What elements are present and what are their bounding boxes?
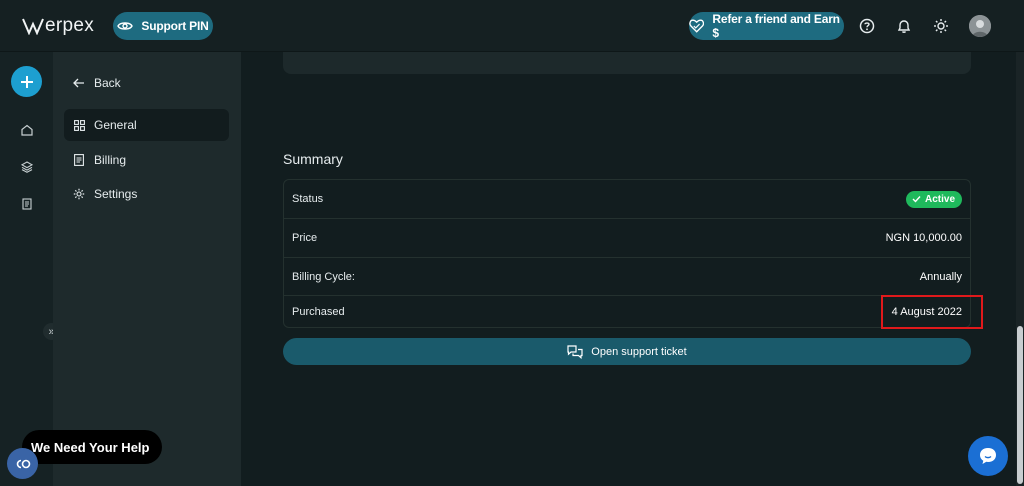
open-support-ticket-button[interactable]: Open support ticket bbox=[283, 338, 971, 365]
previous-card bbox=[283, 52, 971, 74]
gear-icon bbox=[72, 187, 86, 201]
refer-friend-label: Refer a friend and Earn $ bbox=[712, 12, 840, 40]
check-icon bbox=[912, 196, 921, 203]
summary-row-billing-cycle: Billing Cycle: Annually bbox=[284, 258, 970, 295]
home-icon[interactable] bbox=[19, 122, 35, 138]
logo-mark-icon bbox=[22, 18, 44, 35]
sun-icon[interactable] bbox=[931, 16, 951, 36]
top-bar: erpex Support PIN Refer a friend and Ear… bbox=[0, 0, 1024, 52]
avatar[interactable] bbox=[969, 15, 991, 37]
row-label: Purchased bbox=[292, 306, 345, 318]
summary-row-purchased: Purchased 4 August 2022 bbox=[284, 296, 970, 328]
support-pin-label: Support PIN bbox=[141, 19, 209, 33]
chat-bubbles-icon bbox=[567, 344, 583, 359]
scrollbar[interactable] bbox=[1016, 52, 1024, 486]
support-pin-button[interactable]: Support PIN bbox=[113, 12, 213, 40]
summary-row-price: Price NGN 10,000.00 bbox=[284, 219, 970, 257]
sidebar-item-label: Billing bbox=[94, 153, 127, 167]
sidebar-item-settings[interactable]: Settings bbox=[64, 178, 229, 210]
ticket-button-label: Open support ticket bbox=[591, 345, 687, 358]
row-label: Price bbox=[292, 232, 318, 244]
back-link[interactable]: Back bbox=[64, 67, 229, 99]
live-chat-button[interactable] bbox=[968, 436, 1008, 476]
sidebar-item-billing[interactable]: Billing bbox=[64, 144, 229, 176]
summary-table: Status Active Price NGN 10,000.00 Billin… bbox=[283, 179, 971, 328]
refer-friend-button[interactable]: Refer a friend and Earn $ bbox=[689, 12, 844, 40]
help-text: We Need Your Help bbox=[31, 439, 150, 455]
help-icon[interactable] bbox=[857, 16, 877, 36]
arrow-left-icon bbox=[72, 76, 86, 90]
back-label: Back bbox=[94, 76, 121, 90]
row-label: Status bbox=[292, 193, 324, 205]
sidebar-item-general[interactable]: General bbox=[64, 109, 229, 141]
price-value: NGN 10,000.00 bbox=[885, 232, 962, 244]
receipt-icon bbox=[72, 153, 86, 167]
add-button[interactable] bbox=[11, 66, 42, 97]
grid-icon bbox=[72, 118, 86, 132]
summary-title: Summary bbox=[283, 151, 343, 167]
plus-icon bbox=[20, 75, 33, 88]
logo-text: erpex bbox=[45, 15, 95, 36]
heart-hand-icon bbox=[689, 19, 705, 33]
layers-icon[interactable] bbox=[19, 159, 35, 175]
row-label: Billing Cycle: bbox=[292, 270, 355, 283]
sidebar-item-label: Settings bbox=[94, 187, 138, 201]
chat-icon bbox=[980, 448, 996, 464]
feedback-widget-icon[interactable] bbox=[7, 448, 38, 479]
bell-icon[interactable] bbox=[894, 16, 914, 36]
sidebar: Back General Billing Settings bbox=[53, 52, 241, 486]
status-value: Active bbox=[924, 193, 955, 205]
logo[interactable]: erpex bbox=[22, 14, 94, 38]
left-rail: » bbox=[0, 52, 60, 486]
scrollbar-thumb[interactable] bbox=[1017, 326, 1023, 484]
eye-icon bbox=[117, 22, 134, 30]
highlight-box bbox=[881, 295, 983, 329]
billing-cycle-value: Annually bbox=[919, 270, 962, 283]
summary-row-status: Status Active bbox=[284, 180, 970, 218]
document-icon[interactable] bbox=[19, 196, 35, 212]
status-badge: Active bbox=[905, 190, 962, 208]
help-banner[interactable]: We Need Your Help bbox=[22, 430, 162, 464]
sidebar-item-label: General bbox=[94, 118, 137, 132]
